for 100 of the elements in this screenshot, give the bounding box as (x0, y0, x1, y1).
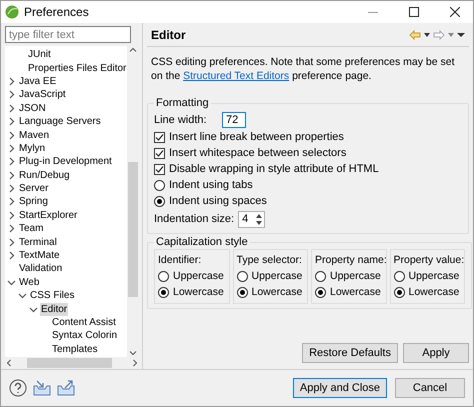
radio-button[interactable] (315, 270, 326, 282)
close-icon (450, 7, 460, 17)
help-icon[interactable] (9, 379, 27, 397)
radio-button[interactable] (158, 286, 169, 298)
tree-item[interactable]: Syntax Colorin (51, 329, 118, 342)
tree-item[interactable]: Team (18, 222, 44, 236)
option-label: Disable wrapping in style attribute of HTML (169, 163, 379, 175)
scroll-down-icon[interactable] (129, 349, 137, 357)
tree-item[interactable]: Web (18, 276, 40, 289)
tree-item[interactable]: StartExplorer (18, 208, 78, 222)
scroll-left-icon[interactable] (5, 359, 13, 367)
chevron-right-icon[interactable] (7, 197, 16, 206)
tree-item[interactable]: Templates (51, 342, 99, 356)
option-label: Lowercase (330, 286, 381, 298)
column-label: Property name: (315, 254, 387, 266)
chevron-right-icon[interactable] (7, 238, 16, 247)
filter-field[interactable]: type filter text (5, 26, 131, 43)
chevron-right-icon[interactable] (7, 157, 16, 166)
option-label: Indent using tabs (169, 179, 253, 191)
description-text: CSS editing preferences. Note that some preferences may be set on the Structured Text Editors preference page. (150, 55, 456, 83)
radio-button[interactable] (236, 270, 248, 282)
page-title: Editor (151, 28, 186, 42)
scroll-right-icon[interactable] (131, 359, 139, 367)
chevron-right-icon[interactable] (7, 184, 16, 194)
option-label: Uppercase (252, 270, 302, 282)
chevron-down-icon[interactable] (18, 291, 27, 300)
option-label: Lowercase (252, 286, 302, 298)
indentation-spinner[interactable]: 4 (238, 210, 266, 228)
scroll-up-icon[interactable] (129, 46, 137, 54)
line-width-field[interactable]: 72 (222, 112, 246, 128)
dialog-button[interactable]: Cancel (395, 378, 465, 398)
tree-item[interactable]: JavaScript (18, 88, 67, 102)
app-logo-icon (5, 5, 19, 19)
field-label: Line width: (154, 114, 208, 126)
option-label: Insert line break between properties (169, 131, 344, 143)
field-label: Indentation size: (154, 213, 234, 225)
radio-button[interactable] (236, 286, 248, 298)
tree-item[interactable]: Mylyn (18, 142, 46, 155)
group-title: Formatting (155, 97, 210, 109)
tree-item[interactable]: TextMate (18, 249, 61, 262)
column-label: Identifier: (158, 254, 202, 266)
chevron-right-icon[interactable] (7, 144, 16, 153)
chevron-right-icon[interactable] (7, 210, 16, 220)
column-label: Type selector: (236, 254, 302, 266)
option-label: Lowercase (173, 286, 224, 298)
option-label: Indent using spaces (169, 195, 267, 207)
checkbox[interactable] (154, 164, 165, 174)
chevron-right-icon[interactable] (7, 224, 16, 234)
checkbox[interactable] (154, 148, 165, 158)
chevron-down-icon[interactable] (29, 304, 38, 314)
maximize-icon (409, 7, 419, 17)
radio-button[interactable] (315, 286, 326, 298)
chevron-right-icon[interactable] (7, 170, 16, 180)
window-title: Preferences (24, 5, 90, 19)
radio-button[interactable] (158, 270, 169, 282)
page-button[interactable]: Restore Defaults (302, 343, 398, 363)
tree-item[interactable]: Server (18, 182, 50, 196)
option-label: Lowercase (408, 286, 460, 298)
tree-item[interactable]: Content Assist (51, 316, 117, 329)
column-label: Property value: (394, 254, 464, 266)
page-button[interactable]: Apply (403, 343, 469, 363)
tree-item[interactable]: Validation (18, 262, 64, 276)
indentation-field[interactable]: 4 (239, 213, 254, 225)
menu-dropdown-icon[interactable] (457, 32, 465, 38)
tree-item[interactable]: CSS Files (29, 289, 76, 302)
option-label: Uppercase (408, 270, 460, 282)
radio-button[interactable] (394, 270, 404, 282)
tree-item[interactable]: Editor (40, 302, 68, 316)
option-label: Uppercase (173, 270, 224, 282)
spin-arrows-icon[interactable] (254, 212, 264, 226)
tree-item[interactable]: Properties Files Editor (27, 62, 127, 75)
tree-item[interactable]: Plug-in Development (18, 155, 113, 168)
tree-item[interactable]: JSON (18, 102, 47, 115)
chevron-right-icon[interactable] (7, 251, 16, 260)
chevron-right-icon[interactable] (7, 117, 16, 126)
radio-button[interactable] (394, 286, 404, 298)
option-label: Insert whitespace between selectors (169, 147, 346, 159)
radio-button[interactable] (154, 180, 165, 190)
dialog-button[interactable]: Apply and Close (292, 378, 387, 398)
chevron-right-icon[interactable] (7, 104, 16, 113)
tree-item[interactable]: Terminal (18, 236, 58, 249)
vertical-scrollbar[interactable] (127, 46, 139, 357)
chevron-right-icon[interactable] (7, 90, 16, 100)
tree-item[interactable]: Run/Debug (18, 168, 71, 182)
chevron-right-icon[interactable] (7, 76, 16, 86)
tree-item[interactable]: Java EE (18, 74, 58, 88)
checkbox[interactable] (154, 132, 165, 142)
import-icon[interactable] (33, 380, 51, 396)
horizontal-scrollbar[interactable] (5, 357, 139, 369)
preference-link[interactable]: Structured Text Editors (183, 70, 290, 82)
tree-item[interactable]: Language Servers (18, 115, 102, 128)
dropdown-icon[interactable] (424, 32, 430, 38)
export-icon[interactable] (57, 380, 75, 396)
chevron-right-icon[interactable] (7, 130, 16, 140)
tree-item[interactable]: JUnit (27, 48, 52, 62)
tree-item[interactable]: Maven (18, 128, 50, 142)
group-title: Capitalization style (155, 236, 249, 248)
radio-button[interactable] (154, 196, 165, 206)
chevron-down-icon[interactable] (7, 278, 16, 287)
tree-item[interactable]: Spring (18, 195, 49, 208)
